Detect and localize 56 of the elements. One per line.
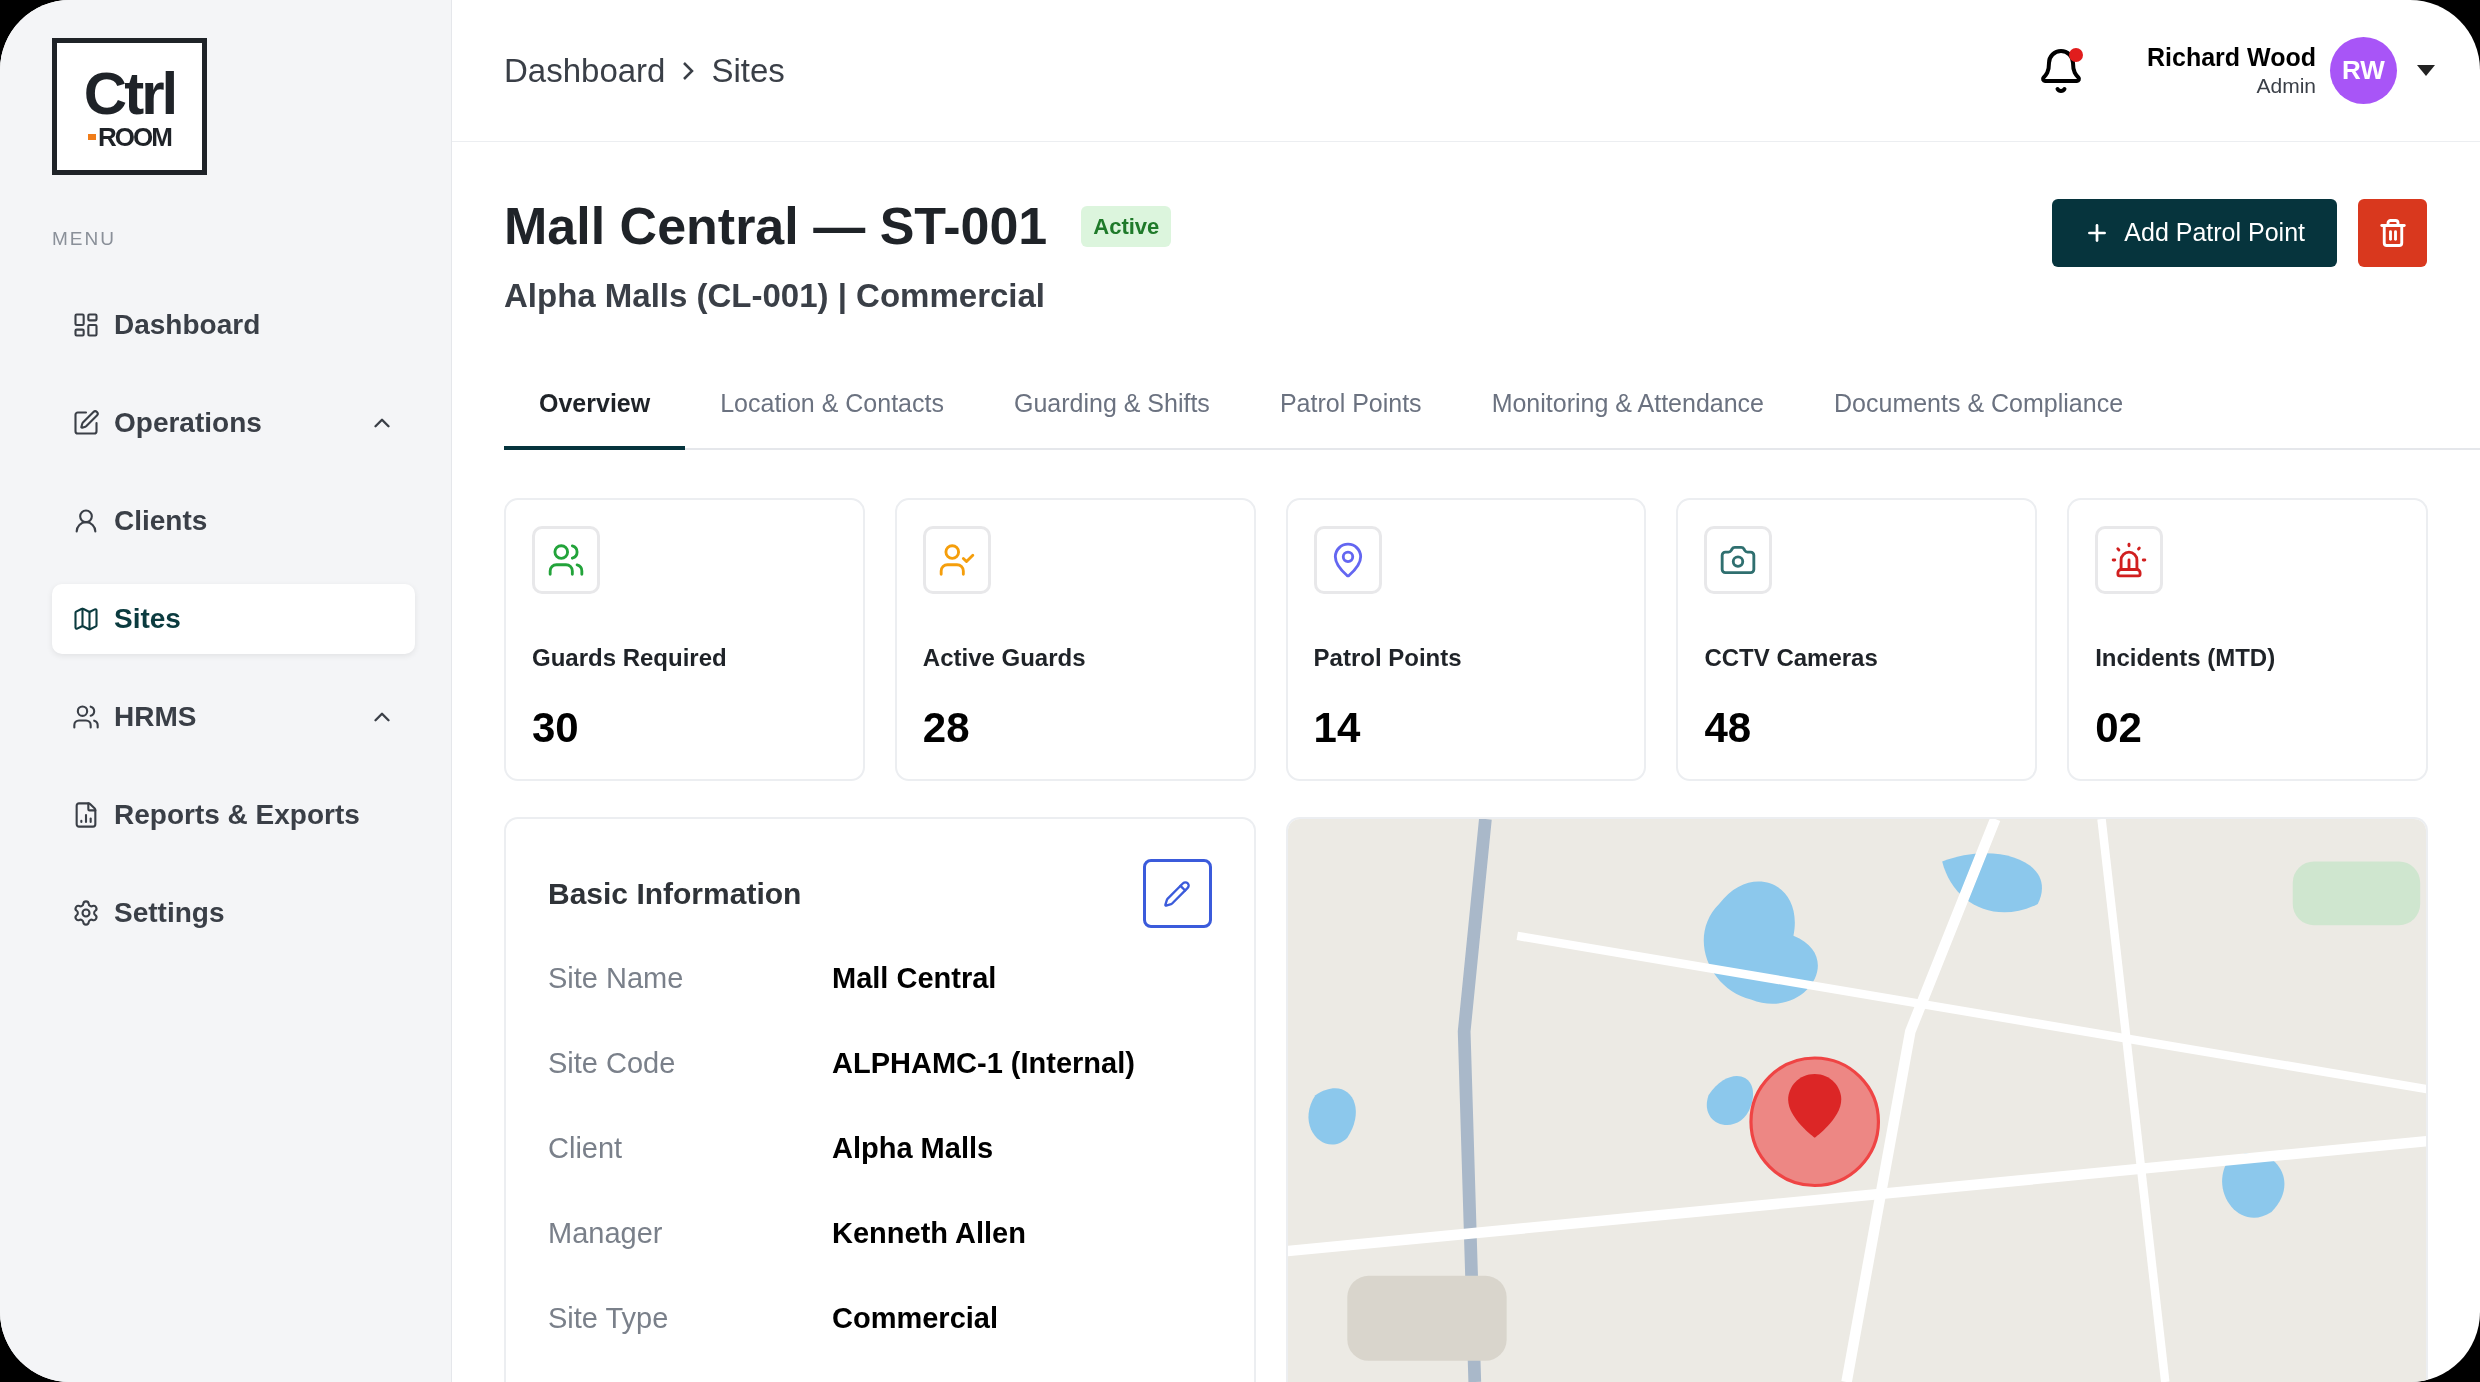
- logo-text: Ctrl: [83, 63, 176, 124]
- sidebar-item[interactable]: HRMS: [52, 681, 415, 752]
- tab[interactable]: Guarding & Shifts: [978, 374, 1245, 450]
- stat-label: Guards Required: [532, 643, 728, 673]
- tab[interactable]: Overview: [504, 374, 686, 450]
- logo-text: ROOM: [98, 123, 171, 150]
- delete-button[interactable]: [2358, 199, 2427, 267]
- user-role: Admin: [2256, 73, 2316, 99]
- sidebar-item[interactable]: Operations: [52, 387, 415, 458]
- field-value: Commercial: [832, 1300, 998, 1336]
- stat-value: 48: [1704, 703, 1753, 753]
- field-value: ALPHAMC-1 (Internal): [832, 1045, 1135, 1081]
- field-value: Kenneth Allen: [832, 1215, 1026, 1251]
- user-name: Richard Wood: [2147, 41, 2316, 73]
- field-label: Site Name: [548, 960, 685, 996]
- edit-button[interactable]: [1142, 859, 1212, 928]
- stat-label: Active Guards: [922, 643, 1087, 673]
- sidebar-item[interactable]: Sites: [52, 583, 415, 654]
- stat-value: 28: [922, 703, 971, 753]
- tab[interactable]: Documents & Compliance: [1799, 374, 2159, 450]
- stat-value: 02: [2095, 703, 2143, 753]
- stat-label: CCTV Cameras: [1704, 643, 1879, 673]
- trash-icon: [2377, 218, 2408, 248]
- field-label: Site Type: [548, 1300, 670, 1336]
- stat-value: 14: [1313, 703, 1362, 753]
- dashboard-icon: [72, 310, 100, 339]
- breadcrumb-link[interactable]: Dashboard: [504, 45, 666, 96]
- settings-icon: [72, 898, 100, 927]
- status-label: Active: [1081, 206, 1172, 247]
- field-label: Site Code: [548, 1045, 677, 1081]
- add-patrol-point-button[interactable]: Add Patrol Point: [2052, 199, 2337, 267]
- field-value: Alpha Malls: [832, 1130, 994, 1166]
- caret-down-icon[interactable]: [2417, 64, 2435, 77]
- tab[interactable]: Patrol Points: [1244, 374, 1457, 450]
- sidebar-item[interactable]: Settings: [52, 877, 415, 948]
- field-label: Client: [548, 1130, 624, 1166]
- card-title: Basic Information: [548, 876, 802, 912]
- field-value: Mall Central: [832, 960, 997, 996]
- sidebar-item[interactable]: Reports & Exports: [52, 779, 415, 850]
- stat-label: Patrol Points: [1313, 643, 1463, 673]
- page-title: Mall Central — ST-001: [504, 196, 1048, 257]
- stat-value: 30: [532, 703, 580, 753]
- tab[interactable]: Location & Contacts: [685, 374, 979, 450]
- sidebar-item[interactable]: Clients: [52, 485, 415, 556]
- users-icon: [72, 702, 100, 731]
- breadcrumb-link[interactable]: Sites: [711, 45, 785, 96]
- page-subtitle: Alpha Malls (CL-001) | Commercial: [504, 276, 1047, 316]
- pencil-icon: [1163, 879, 1192, 908]
- menu-heading: MENU: [52, 227, 117, 251]
- avatar[interactable]: RW: [2330, 37, 2397, 104]
- sidebar-item[interactable]: Dashboard: [52, 289, 415, 360]
- logo-mark-icon: [88, 133, 97, 140]
- stat-label: Incidents (MTD): [2095, 643, 2277, 673]
- field-label: Manager: [548, 1215, 664, 1251]
- tab[interactable]: Monitoring & Attendance: [1456, 374, 1800, 450]
- edit-document-icon: [72, 408, 100, 437]
